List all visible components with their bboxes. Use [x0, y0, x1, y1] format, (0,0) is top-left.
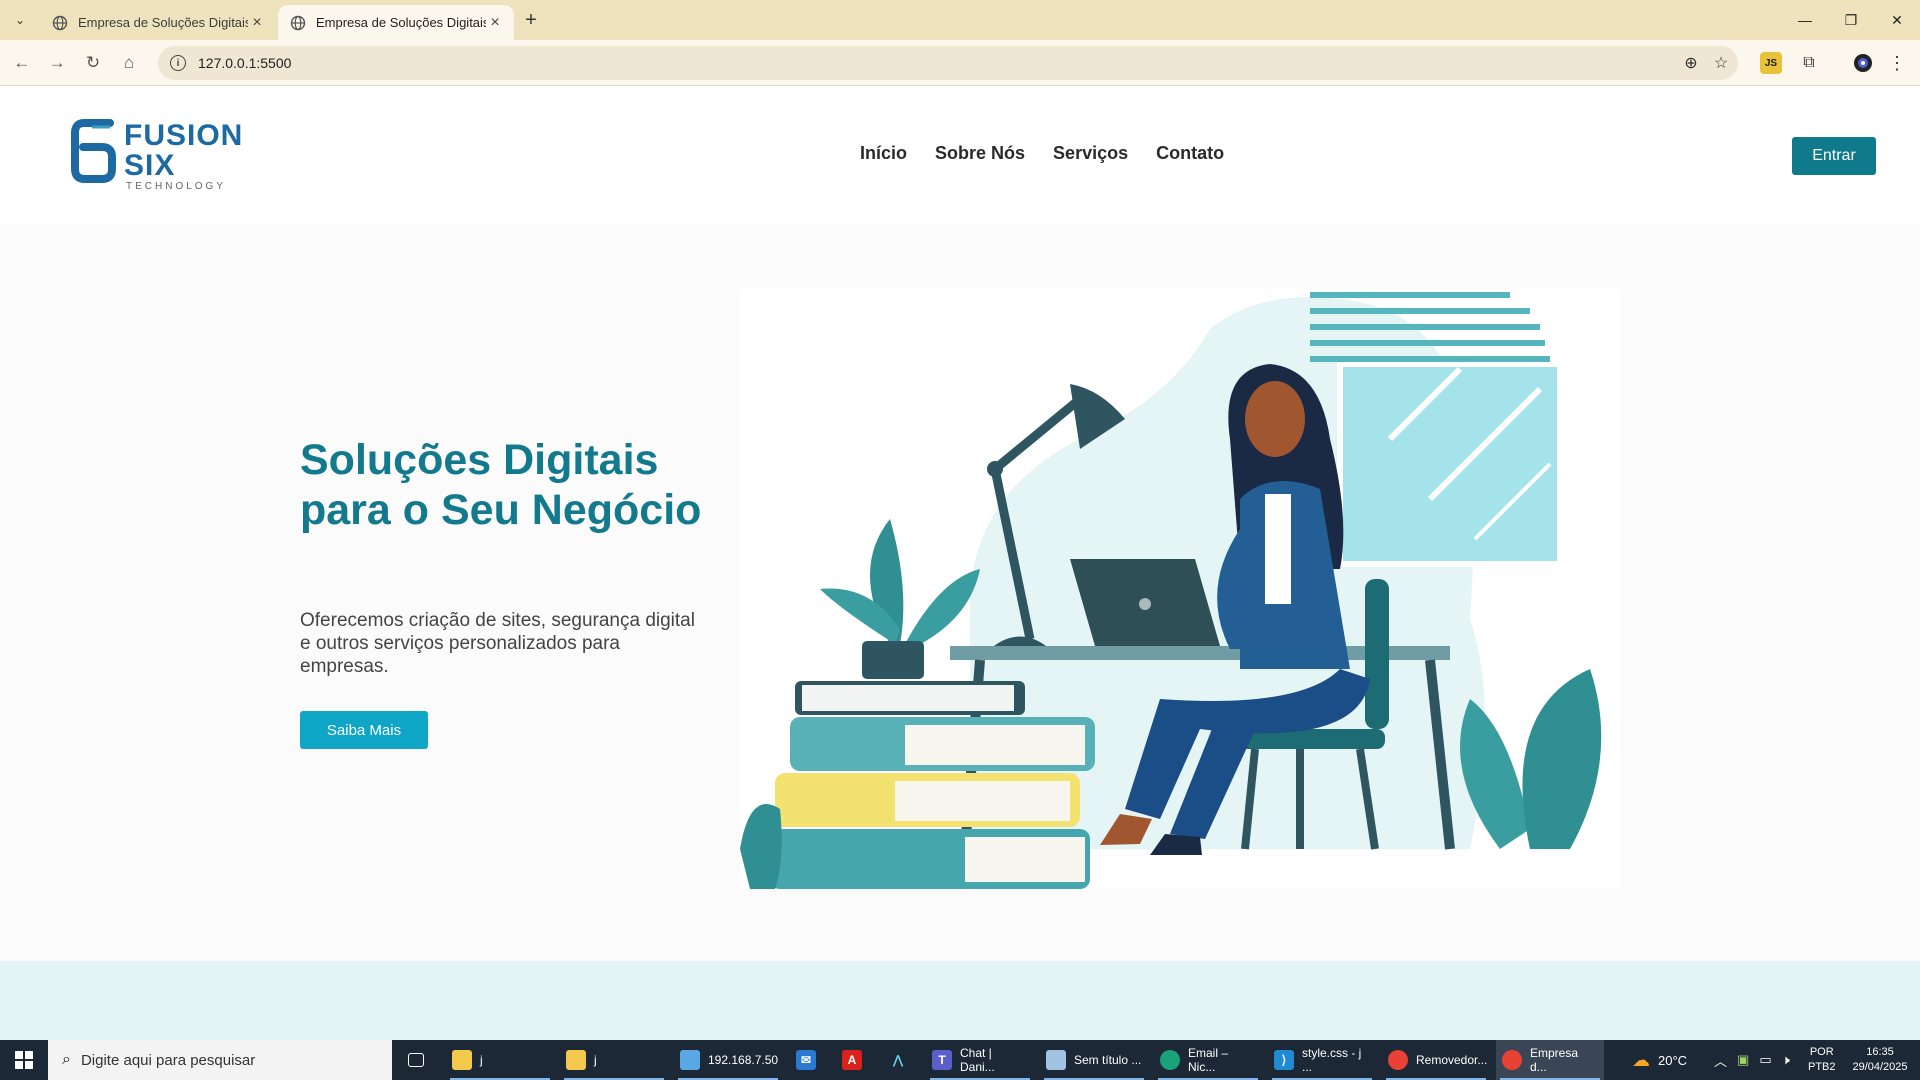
browser-tab[interactable]: Empresa de Soluções Digitais ×	[40, 5, 276, 40]
start-button[interactable]	[0, 1040, 48, 1080]
logo-six-icon	[71, 119, 116, 183]
hero-section: Soluções Digitais para o Seu Negócio Ofe…	[0, 223, 1920, 961]
taskbar-app-vscode[interactable]: ⟩ style.css - j ...	[1268, 1040, 1376, 1080]
search-icon: ⌕	[62, 1051, 71, 1068]
restore-icon[interactable]: ❐	[1828, 0, 1874, 40]
acrobat-icon: A	[842, 1050, 862, 1070]
close-tab-icon[interactable]: ×	[248, 14, 266, 32]
site-info-icon[interactable]: i	[170, 55, 186, 71]
network-icon[interactable]: ▭	[1759, 1052, 1771, 1068]
nav-link-contato[interactable]: Contato	[1156, 143, 1224, 164]
taskbar-app-chrome[interactable]: Removedor...	[1382, 1040, 1490, 1080]
tab-title: Empresa de Soluções Digitais	[316, 15, 486, 30]
hero-description: Oferecemos criação de sites, segurança d…	[300, 610, 695, 677]
mail-icon: ✉	[796, 1050, 816, 1070]
hero-title: Soluções Digitais para o Seu Negócio	[300, 436, 702, 534]
nav-link-inicio[interactable]: Início	[860, 143, 907, 164]
extensions-puzzle-icon[interactable]: ⧉	[1798, 52, 1820, 74]
taskbar-search[interactable]: ⌕ Digite aqui para pesquisar	[48, 1040, 392, 1080]
tab-search-button[interactable]: ⌄	[8, 8, 32, 32]
tray-chevron-icon[interactable]: ︿	[1714, 1051, 1727, 1070]
nav-link-sobre[interactable]: Sobre Nós	[935, 143, 1025, 164]
hero-illustration	[740, 289, 1620, 889]
logo-line2: SIX	[124, 149, 176, 182]
reload-icon[interactable]: ↻	[79, 49, 107, 77]
minimize-icon[interactable]: —	[1782, 0, 1828, 40]
chrome-icon	[1388, 1050, 1408, 1070]
browser-tab-active[interactable]: Empresa de Soluções Digitais ×	[278, 5, 514, 40]
tray-app-icon[interactable]: ▣	[1737, 1052, 1749, 1068]
windows-taskbar: ⌕ Digite aqui para pesquisar j j 192.168…	[0, 1040, 1920, 1080]
logo-tagline: TECHNOLOGY	[126, 181, 227, 192]
home-icon[interactable]: ⌂	[115, 49, 143, 77]
login-button[interactable]: Entrar	[1792, 137, 1876, 175]
chrome-icon	[1502, 1050, 1522, 1070]
bookmark-star-icon[interactable]: ☆	[1706, 46, 1736, 80]
search-placeholder: Digite aqui para pesquisar	[80, 1051, 256, 1069]
site-header: FUSION SIX TECHNOLOGY Início Sobre Nós S…	[0, 87, 1920, 223]
back-icon[interactable]: ←	[8, 49, 36, 77]
browser-tab-strip: ⌄ Empresa de Soluções Digitais × Empresa…	[0, 0, 1920, 40]
js-extension-icon[interactable]: JS	[1760, 52, 1782, 74]
new-tab-button[interactable]: +	[520, 9, 542, 31]
taskbar-app-acrobat[interactable]: A	[836, 1040, 868, 1080]
nav-link-servicos[interactable]: Serviços	[1053, 143, 1128, 164]
taskbar-app-edge[interactable]: Email – Nic...	[1154, 1040, 1262, 1080]
close-window-icon[interactable]: ✕	[1874, 0, 1920, 40]
taskbar-app-teams[interactable]: T Chat | Dani...	[926, 1040, 1034, 1080]
site-logo[interactable]: FUSION SIX TECHNOLOGY	[70, 115, 260, 195]
weather-widget[interactable]: ☁ 20°C	[1632, 1040, 1687, 1080]
zoom-icon[interactable]: ⊕	[1676, 46, 1706, 80]
language-indicator[interactable]: POR PTB2	[1808, 1040, 1836, 1080]
taskbar-app-chrome-active[interactable]: Empresa d...	[1496, 1040, 1604, 1080]
volume-muted-icon[interactable]: 🕨	[1782, 1052, 1790, 1068]
browser-toolbar: ← → ↻ ⌂ i 127.0.0.1:5500 ⊕ ☆ JS ⧉ ⋮	[0, 40, 1920, 86]
folder-icon	[566, 1050, 586, 1070]
next-section	[0, 961, 1920, 1040]
taskbar-app-remote[interactable]: 192.168.7.50	[674, 1040, 782, 1080]
browser-menu-icon[interactable]: ⋮	[1886, 52, 1908, 74]
notepad-icon	[1046, 1050, 1066, 1070]
system-tray: ︿ ▣ ▭ 🕨	[1714, 1040, 1790, 1080]
windows-logo-icon	[15, 1051, 33, 1069]
web-page: FUSION SIX TECHNOLOGY Início Sobre Nós S…	[0, 87, 1920, 1040]
clock[interactable]: 16:35 29/04/2025	[1848, 1040, 1912, 1080]
address-bar[interactable]: i 127.0.0.1:5500 ⊕ ☆	[158, 46, 1738, 80]
app-icon: ⋀	[893, 1053, 903, 1067]
logo-line1: FUSION	[124, 119, 244, 152]
remote-desktop-icon	[680, 1050, 700, 1070]
learn-more-button[interactable]: Saiba Mais	[300, 711, 428, 749]
forward-icon[interactable]: →	[43, 49, 71, 77]
vscode-icon: ⟩	[1274, 1050, 1294, 1070]
folder-icon	[452, 1050, 472, 1070]
taskbar-app-notepad[interactable]: Sem título ...	[1040, 1040, 1148, 1080]
globe-icon	[52, 15, 68, 30]
url-text: 127.0.0.1:5500	[198, 55, 292, 71]
profile-avatar-icon[interactable]	[1852, 52, 1874, 74]
edge-icon	[1160, 1050, 1180, 1070]
teams-icon: T	[932, 1050, 952, 1070]
globe-icon	[290, 15, 306, 30]
tab-title: Empresa de Soluções Digitais	[78, 15, 248, 30]
taskbar-app-folder[interactable]: j	[560, 1040, 668, 1080]
taskbar-app-folder[interactable]: j	[446, 1040, 554, 1080]
taskbar-app-mail[interactable]: ✉	[790, 1040, 822, 1080]
close-tab-icon[interactable]: ×	[486, 14, 504, 32]
main-nav: Início Sobre Nós Serviços Contato	[860, 143, 1224, 164]
weather-icon: ☁	[1632, 1049, 1650, 1070]
taskbar-app-generic[interactable]: ⋀	[882, 1040, 914, 1080]
task-view-icon[interactable]	[402, 1040, 430, 1080]
